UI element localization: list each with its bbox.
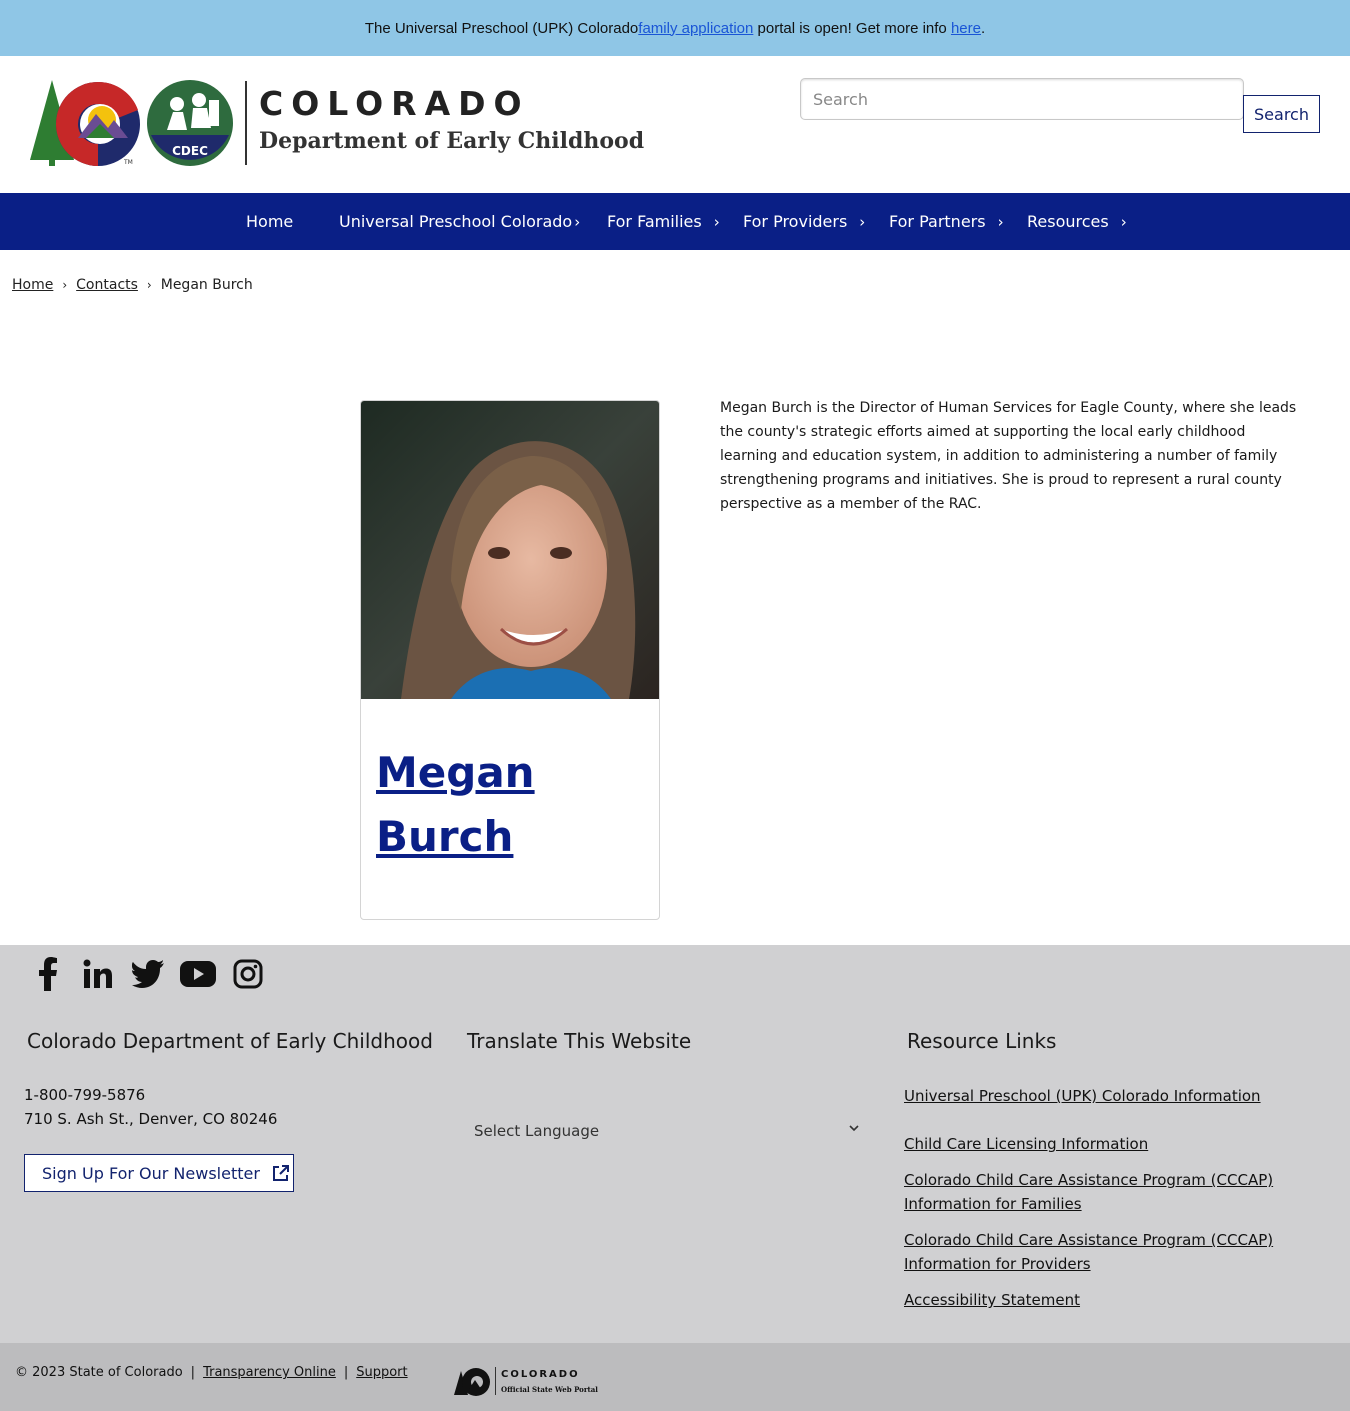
twitter-icon[interactable] [130, 955, 166, 993]
youtube-icon[interactable] [180, 955, 216, 993]
logo-divider [245, 81, 247, 165]
nav-label: For Providers [743, 212, 848, 231]
copyright-text: © 2023 State of Colorado [15, 1365, 183, 1380]
nav-label: Resources [1027, 212, 1109, 231]
divider: | [190, 1365, 196, 1380]
brand-subtitle[interactable]: Department of Early Childhood [259, 128, 644, 154]
chevron-right-icon[interactable]: › [1121, 213, 1127, 231]
breadcrumb-separator-icon: › [62, 278, 68, 292]
profile-name-last[interactable]: Burch [376, 805, 646, 869]
banner-text-middle: portal is open! Get more info [753, 19, 951, 37]
language-select[interactable]: Select Language [466, 1113, 866, 1149]
divider: | [343, 1365, 349, 1380]
chevron-right-icon[interactable]: › [859, 213, 865, 231]
breadcrumb-contacts[interactable]: Contacts [76, 277, 138, 293]
brand-title[interactable]: COLORADO [259, 84, 530, 123]
portal-title[interactable]: COLORADO [501, 1369, 580, 1380]
nav-label: Universal Preschool Colorado [339, 212, 573, 231]
portal-subtitle: Official State Web Portal [501, 1385, 598, 1394]
announcement-banner: The Universal Preschool (UPK) Colorado f… [0, 0, 1350, 56]
breadcrumb-separator-icon: › [146, 278, 152, 292]
nav-item-for-providers[interactable]: For Providers › [743, 193, 865, 250]
footer-phone[interactable]: 1-800-799-5876 [24, 1086, 145, 1104]
nav-item-resources[interactable]: Resources › [1027, 193, 1127, 250]
newsletter-label: Sign Up For Our Newsletter [42, 1163, 260, 1183]
search-input[interactable] [800, 78, 1244, 120]
nav-item-for-families[interactable]: For Families › [607, 193, 720, 250]
state-portal-logo[interactable] [454, 1365, 492, 1397]
social-links [30, 955, 266, 993]
banner-text-end: . [980, 19, 986, 37]
portal-divider [495, 1367, 496, 1395]
breadcrumb-home[interactable]: Home [12, 277, 53, 293]
footer-address: 710 S. Ash St., Denver, CO 80246 [24, 1110, 278, 1128]
footer-org-heading: Colorado Department of Early Childhood [27, 1029, 433, 1053]
svg-text:CDEC: CDEC [172, 144, 208, 158]
site-footer: Colorado Department of Early Childhood 1… [0, 945, 1350, 1343]
facebook-icon[interactable] [30, 955, 66, 993]
profile-photo [361, 401, 659, 699]
linkedin-icon[interactable] [80, 955, 116, 993]
chevron-right-icon[interactable]: › [574, 213, 580, 231]
instagram-icon[interactable] [230, 955, 266, 993]
breadcrumb-current: Megan Burch [160, 277, 253, 293]
site-header: TM CDEC COLORADO Department of Early Chi… [0, 56, 1350, 193]
bottom-bar: © 2023 State of Colorado | Transparency … [0, 1343, 1350, 1411]
footer-resources-heading: Resource Links [907, 1029, 1057, 1053]
chevron-right-icon[interactable]: › [714, 213, 720, 231]
resource-link-licensing[interactable]: Child Care Licensing Information [904, 1132, 1274, 1156]
newsletter-button[interactable]: Sign Up For Our Newsletter [24, 1154, 294, 1192]
language-select-value: Select Language [474, 1122, 600, 1140]
colorado-state-logo[interactable]: TM [30, 80, 142, 168]
svg-text:TM: TM [123, 159, 133, 166]
copyright-row: © 2023 State of Colorado | Transparency … [15, 1365, 408, 1380]
profile-name[interactable]: Megan Burch [376, 741, 646, 869]
resource-link-accessibility[interactable]: Accessibility Statement [904, 1288, 1274, 1312]
resource-link-upk[interactable]: Universal Preschool (UPK) Colorado Infor… [904, 1084, 1274, 1108]
resource-link-cccap-families[interactable]: Colorado Child Care Assistance Program (… [904, 1168, 1274, 1216]
chevron-down-icon [849, 1125, 859, 1132]
profile-name-first[interactable]: Megan [376, 741, 646, 805]
nav-item-universal-preschool[interactable]: Universal Preschool Colorado › [339, 193, 580, 250]
nav-label: For Families [607, 212, 702, 231]
resource-link-cccap-providers[interactable]: Colorado Child Care Assistance Program (… [904, 1228, 1274, 1276]
nav-label: For Partners [889, 212, 986, 231]
main-nav: Home Universal Preschool Colorado › For … [0, 193, 1350, 250]
more-info-link[interactable]: here [951, 20, 981, 37]
support-link[interactable]: Support [356, 1365, 407, 1380]
nav-item-home[interactable]: Home [246, 193, 293, 250]
nav-item-for-partners[interactable]: For Partners › [889, 193, 1004, 250]
breadcrumb: Home › Contacts › Megan Burch [12, 277, 253, 293]
external-link-icon [272, 1164, 289, 1181]
nav-label: Home [246, 212, 294, 231]
family-application-link[interactable]: family application [638, 20, 753, 37]
chevron-right-icon[interactable]: › [998, 213, 1004, 231]
profile-card: Megan Burch [360, 400, 660, 920]
search-button[interactable]: Search [1243, 95, 1320, 133]
profile-bio: Megan Burch is the Director of Human Ser… [720, 400, 1297, 512]
banner-text-start: The Universal Preschool (UPK) Colorado [364, 19, 639, 37]
footer-translate-heading: Translate This Website [467, 1029, 692, 1053]
cdec-logo[interactable]: CDEC [147, 80, 233, 166]
transparency-link[interactable]: Transparency Online [203, 1365, 336, 1380]
